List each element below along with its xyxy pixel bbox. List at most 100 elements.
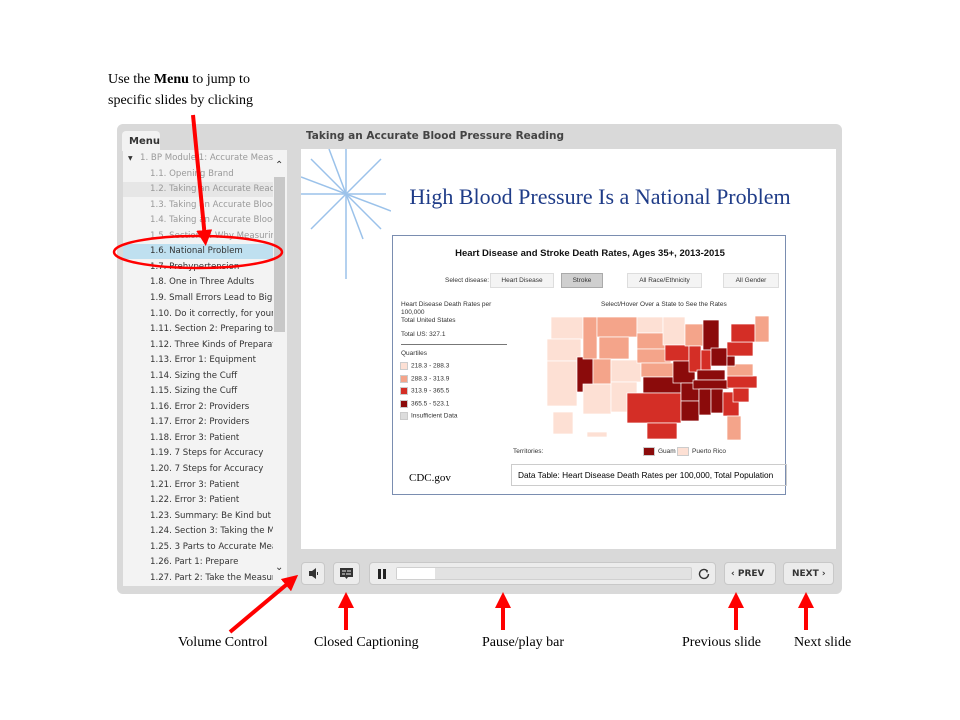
replay-icon[interactable] bbox=[696, 566, 712, 582]
menu-item[interactable]: 1.10. Do it correctly, for your p... bbox=[123, 307, 273, 322]
closed-captions-button[interactable] bbox=[333, 562, 360, 585]
state-region[interactable] bbox=[582, 316, 598, 360]
state-region[interactable] bbox=[710, 347, 728, 367]
legend-label: 218.3 - 288.3 bbox=[411, 362, 450, 370]
state-region[interactable] bbox=[586, 431, 608, 438]
gender-dropdown[interactable]: All Gender bbox=[723, 273, 779, 288]
state-region[interactable] bbox=[646, 422, 678, 440]
menu-item[interactable]: 1.4. Taking an Accurate Blood... bbox=[123, 213, 273, 228]
menu-item[interactable]: 1.20. 7 Steps for Accuracy bbox=[123, 462, 273, 477]
state-region[interactable] bbox=[698, 388, 712, 416]
next-label: NEXT bbox=[792, 569, 819, 579]
state-region[interactable] bbox=[732, 387, 750, 403]
state-region[interactable] bbox=[582, 383, 612, 415]
menu-item[interactable]: 1.27. Part 2: Take the Measure... bbox=[123, 571, 273, 586]
race-ethnicity-dropdown[interactable]: All Race/Ethnicity bbox=[627, 273, 702, 288]
heart-disease-button[interactable]: Heart Disease bbox=[490, 273, 554, 288]
caption-cc: Closed Captioning bbox=[314, 635, 419, 650]
state-region[interactable] bbox=[730, 323, 756, 343]
menu-item[interactable]: 1.19. 7 Steps for Accuracy bbox=[123, 446, 273, 461]
menu-item[interactable]: 1.24. Section 3: Taking the Me... bbox=[123, 524, 273, 539]
state-region[interactable] bbox=[700, 349, 712, 371]
menu-tab[interactable]: Menu bbox=[122, 131, 160, 151]
menu-item[interactable]: 1. BP Module 1: Accurate Measu... bbox=[123, 151, 273, 166]
legend-item: 365.5 - 523.1 bbox=[400, 399, 458, 413]
state-region[interactable] bbox=[598, 336, 630, 360]
state-region[interactable] bbox=[552, 411, 574, 435]
state-region[interactable] bbox=[662, 316, 686, 346]
legend-item: Insufficient Data bbox=[400, 412, 458, 425]
state-region[interactable] bbox=[688, 345, 702, 373]
state-region[interactable] bbox=[636, 316, 664, 334]
menu-item[interactable]: 1.17. Error 2: Providers bbox=[123, 415, 273, 430]
stroke-button[interactable]: Stroke bbox=[561, 273, 603, 288]
state-region[interactable] bbox=[684, 323, 704, 347]
menu-item[interactable]: 1.18. Error 3: Patient bbox=[123, 431, 273, 446]
state-region[interactable] bbox=[726, 375, 758, 389]
state-region[interactable] bbox=[546, 338, 582, 362]
caption-next: Next slide bbox=[794, 635, 852, 650]
state-region[interactable] bbox=[610, 359, 642, 383]
volume-button[interactable] bbox=[301, 562, 325, 585]
menu-item[interactable]: 1.14. Sizing the Cuff bbox=[123, 369, 273, 384]
scroll-up-icon[interactable]: ⌃ bbox=[275, 160, 283, 171]
territories-label: Territories: bbox=[513, 448, 544, 455]
menu-item[interactable]: 1.3. Taking an Accurate Blood... bbox=[123, 198, 273, 213]
menu-item[interactable]: 1.5. Section 1: Why Measuring bbox=[123, 229, 273, 244]
scroll-down-icon[interactable]: ⌄ bbox=[275, 562, 283, 573]
data-table-toggle[interactable]: Data Table: Heart Disease Death Rates pe… bbox=[511, 464, 787, 486]
menu-item[interactable]: 1.9. Small Errors Lead to Big bbox=[123, 291, 273, 306]
state-region[interactable] bbox=[626, 392, 682, 424]
puerto-rico-label: Puerto Rico bbox=[692, 448, 726, 456]
menu-item[interactable]: 1.13. Error 1: Equipment bbox=[123, 353, 273, 368]
state-region[interactable] bbox=[702, 319, 720, 351]
state-region[interactable] bbox=[726, 341, 754, 357]
menu-item[interactable]: 1.7. Prehypertension bbox=[123, 260, 273, 275]
prev-label: PREV bbox=[737, 569, 765, 579]
state-region[interactable] bbox=[596, 316, 638, 338]
menu-item[interactable]: 1.12. Three Kinds of Preparati... bbox=[123, 338, 273, 353]
menu-item[interactable]: 1.16. Error 2: Providers bbox=[123, 400, 273, 415]
state-region[interactable] bbox=[592, 358, 612, 385]
legend-label: 365.5 - 523.1 bbox=[411, 400, 450, 408]
state-region[interactable] bbox=[692, 379, 730, 390]
prev-button[interactable]: ‹ PREV bbox=[724, 562, 776, 585]
state-region[interactable] bbox=[754, 315, 770, 343]
death-rate-chart: Heart Disease and Stroke Death Rates, Ag… bbox=[392, 235, 787, 495]
state-region[interactable] bbox=[664, 344, 690, 362]
state-region[interactable] bbox=[696, 369, 726, 381]
territory-puerto-rico[interactable]: Puerto Rico bbox=[677, 447, 726, 456]
state-region[interactable] bbox=[710, 388, 724, 414]
menu-item[interactable]: 1.1. Opening Brand bbox=[123, 167, 273, 182]
state-region[interactable] bbox=[726, 415, 742, 441]
progress-slider[interactable] bbox=[396, 567, 692, 580]
legend: 218.3 - 288.3 288.3 - 313.9 313.9 - 365.5 3… bbox=[400, 362, 458, 425]
scrollbar-thumb[interactable] bbox=[274, 177, 285, 332]
state-region[interactable] bbox=[550, 316, 584, 340]
territory-guam[interactable]: Guam bbox=[643, 447, 676, 456]
menu-item[interactable]: 1.6. National Problem bbox=[123, 244, 273, 260]
next-button[interactable]: NEXT › bbox=[783, 562, 834, 585]
chevron-left-icon: ‹ bbox=[731, 569, 738, 579]
state-region[interactable] bbox=[546, 360, 578, 407]
menu-item[interactable]: 1.21. Error 3: Patient bbox=[123, 478, 273, 493]
menu-item[interactable]: 1.23. Summary: Be Kind but C... bbox=[123, 509, 273, 524]
menu-item[interactable]: 1.25. 3 Parts to Accurate Meas... bbox=[123, 540, 273, 555]
menu-item[interactable]: 1.8. One in Three Adults bbox=[123, 275, 273, 290]
caret-down-icon[interactable]: ▼ bbox=[128, 151, 133, 166]
menu-item[interactable]: 1.22. Error 3: Patient bbox=[123, 493, 273, 508]
menu-item[interactable]: 1.15. Sizing the Cuff bbox=[123, 384, 273, 399]
state-region[interactable] bbox=[640, 362, 676, 378]
legend-swatch bbox=[400, 374, 408, 383]
state-region[interactable] bbox=[680, 400, 700, 422]
state-region[interactable] bbox=[726, 355, 736, 367]
star-burst-icon bbox=[301, 149, 391, 279]
state-region[interactable] bbox=[636, 332, 666, 350]
pause-icon[interactable] bbox=[374, 566, 390, 582]
menu-hint-line2: specific slides by clicking bbox=[108, 93, 254, 108]
menu-item[interactable]: 1.11. Section 2: Preparing to M... bbox=[123, 322, 273, 337]
menu-item[interactable]: 1.2. Taking an Accurate Reading bbox=[123, 182, 273, 198]
us-map[interactable] bbox=[543, 312, 775, 444]
legend-title: Heart Disease Death Rates per 100,000 bbox=[401, 301, 492, 316]
menu-item[interactable]: 1.26. Part 1: Prepare bbox=[123, 555, 273, 570]
